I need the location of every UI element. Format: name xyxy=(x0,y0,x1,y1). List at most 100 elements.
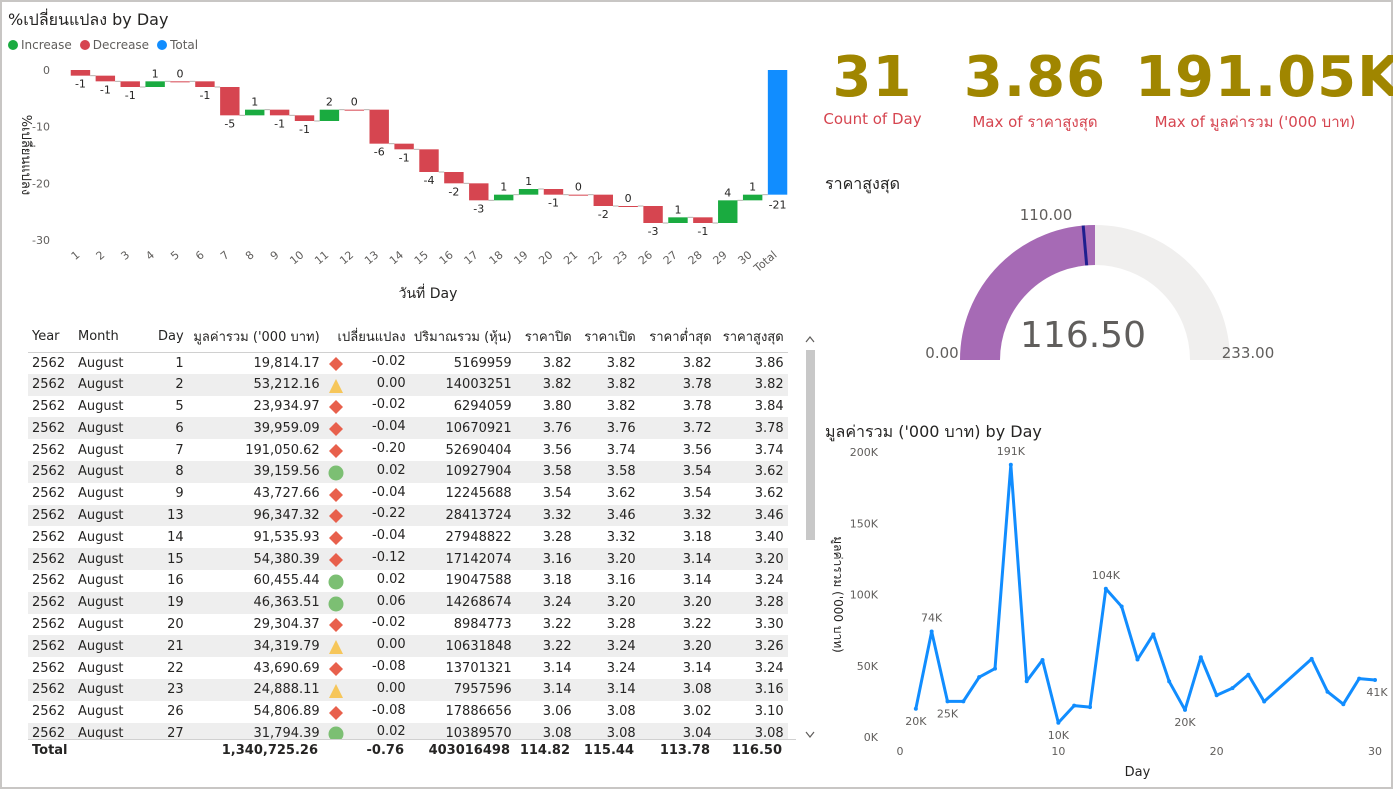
waterfall-bar[interactable] xyxy=(95,75,116,82)
table-row[interactable]: 2562 August 22 43,690.69 -0.08 13701321 3.14 3.… xyxy=(28,657,788,679)
line-point[interactable] xyxy=(1088,705,1092,710)
waterfall-bar[interactable] xyxy=(419,149,439,172)
table-header-cell[interactable]: ราคาสูงสุด xyxy=(715,322,788,353)
table-scrollbar-thumb[interactable] xyxy=(806,350,815,540)
table-header-cell[interactable]: เปลี่ยนแปลง xyxy=(323,322,410,353)
waterfall-bar[interactable] xyxy=(294,115,315,121)
line-point[interactable] xyxy=(1357,676,1362,681)
line-point[interactable] xyxy=(961,699,966,704)
waterfall-bar[interactable] xyxy=(319,109,340,121)
line-point[interactable] xyxy=(1262,699,1267,704)
waterfall-bar[interactable] xyxy=(618,206,638,207)
line-point[interactable] xyxy=(1373,678,1377,682)
line-point[interactable] xyxy=(977,675,982,680)
scroll-down-icon[interactable] xyxy=(805,731,815,738)
table-row[interactable]: 2562 August 19 46,363.51 0.06 14268674 3.24 3.2… xyxy=(28,591,788,614)
line-point[interactable] xyxy=(993,666,997,671)
line-point[interactable] xyxy=(1135,657,1140,662)
table-cell: 43,690.69 xyxy=(253,660,320,676)
line-point[interactable] xyxy=(1325,689,1330,694)
table-cell: 3.14 xyxy=(542,660,572,676)
table-row[interactable]: 2562 August 21 34,319.79 0.00 10631848 3.22 3.2… xyxy=(28,635,788,658)
table-row[interactable]: 2562 August 7 191,050.62 -0.20 52690404 3.56 3.… xyxy=(28,439,788,461)
line-point[interactable] xyxy=(1341,702,1346,707)
waterfall-bar[interactable] xyxy=(120,81,140,87)
table-row[interactable]: 2562 August 5 23,934.97 -0.02 6294059 3.80 3.82… xyxy=(28,396,788,418)
table-header-cell[interactable]: Month xyxy=(74,322,154,353)
table-row[interactable]: 2562 August 14 91,535.93 -0.04 27948822 3.28 3.… xyxy=(28,526,788,548)
line-point[interactable] xyxy=(1024,679,1029,684)
table-row[interactable]: 2562 August 8 39,159.56 0.02 10927904 3.58 3.58… xyxy=(28,460,788,483)
line-point[interactable] xyxy=(1103,586,1108,591)
waterfall-bar[interactable] xyxy=(668,217,688,223)
waterfall-bar[interactable] xyxy=(170,81,190,83)
waterfall-bar[interactable] xyxy=(245,109,265,116)
waterfall-bar[interactable] xyxy=(145,81,165,87)
table-row[interactable]: 2562 August 27 31,794.39 0.02 10389570 3.08 3.0… xyxy=(28,722,788,740)
table-header-cell[interactable]: ราคาเปิด xyxy=(575,322,640,353)
waterfall-bar[interactable] xyxy=(568,194,589,196)
table-row[interactable]: 2562 August 23 24,888.11 0.00 7957596 3.14 3.14… xyxy=(28,678,788,701)
line-point[interactable] xyxy=(1167,679,1172,684)
line-point[interactable] xyxy=(1008,462,1013,467)
table-header-cell[interactable]: มูลค่ารวม ('000 บาท) xyxy=(187,322,324,353)
waterfall-bar[interactable] xyxy=(220,87,240,116)
waterfall-bar[interactable] xyxy=(444,172,464,184)
waterfall-bar[interactable] xyxy=(518,189,539,195)
table-cell: 19,814.17 xyxy=(253,355,320,371)
table-cell: 9 xyxy=(175,486,184,502)
waterfall-bar[interactable] xyxy=(767,70,788,195)
waterfall-chart[interactable]: 0-10-20-30%เปลี่ยนแปลง-11-12-131405-16-5… xyxy=(0,55,800,310)
waterfall-bar[interactable] xyxy=(718,200,738,223)
table-header-cell[interactable]: ปริมาณรวม (หุ้น) xyxy=(409,322,516,353)
line-chart[interactable]: 0K 50K 100K 150K 200K 0 10 20 30 Day มูลค่ารวม ('0… xyxy=(820,440,1390,785)
waterfall-bar[interactable] xyxy=(394,143,414,150)
line-point[interactable] xyxy=(929,629,934,634)
line-point[interactable] xyxy=(1309,656,1314,661)
waterfall-bar[interactable] xyxy=(70,70,91,76)
gauge-chart[interactable]: 0.00 233.00 110.00 116.50 xyxy=(880,195,1280,370)
waterfall-bar[interactable] xyxy=(469,183,489,201)
table-row[interactable]: 2562 August 6 39,959.09 -0.04 10670921 3.76 3.7… xyxy=(28,417,788,440)
table-row[interactable]: 2562 August 15 54,380.39 -0.12 17142074 3.16 3.… xyxy=(28,548,788,570)
legend-item-decrease[interactable]: Decrease xyxy=(79,38,149,52)
line-point[interactable] xyxy=(913,706,918,711)
waterfall-bar[interactable] xyxy=(543,189,564,195)
line-point[interactable] xyxy=(1056,720,1061,725)
waterfall-bar[interactable] xyxy=(693,217,713,223)
line-point[interactable] xyxy=(1040,658,1045,663)
table-row[interactable]: 2562 August 20 29,304.37 -0.02 8984773 3.22 3.2… xyxy=(28,614,788,636)
line-point[interactable] xyxy=(1246,672,1251,677)
waterfall-bar[interactable] xyxy=(643,206,663,223)
line-point[interactable] xyxy=(1230,686,1235,691)
line-point[interactable] xyxy=(1119,604,1124,609)
line-point[interactable] xyxy=(1214,693,1219,698)
table-row[interactable]: 2562 August 2 53,212.16 0.00 14003251 3.82 3.82… xyxy=(28,373,788,396)
waterfall-bar[interactable] xyxy=(369,109,389,144)
line-point[interactable] xyxy=(1183,707,1187,712)
waterfall-bar[interactable] xyxy=(195,81,215,87)
table-row[interactable]: 2562 August 9 43,727.66 -0.04 12245688 3.54 3.6… xyxy=(28,483,788,505)
scroll-up-icon[interactable] xyxy=(805,336,815,343)
table-header-cell[interactable]: ราคาต่ำสุด xyxy=(639,322,716,353)
waterfall-bar[interactable] xyxy=(269,109,290,116)
table-header-cell[interactable]: Day xyxy=(154,322,188,353)
line-point[interactable] xyxy=(1198,655,1203,660)
table-row[interactable]: 2562 August 13 96,347.32 -0.22 28413724 3.32 3.… xyxy=(28,504,788,527)
table-row[interactable]: 2562 August 16 60,455.44 0.02 19047588 3.18 3.1… xyxy=(28,570,788,592)
waterfall-bar[interactable] xyxy=(593,194,613,206)
line-series[interactable] xyxy=(914,463,1376,725)
table-row[interactable]: 2562 August 26 54,806.89 -0.08 17886656 3.06 3.… xyxy=(28,701,788,723)
waterfall-bar[interactable] xyxy=(742,194,763,201)
waterfall-bar[interactable] xyxy=(493,194,514,201)
line-point[interactable] xyxy=(1151,632,1156,637)
table-header-cell[interactable]: ราคาปิด xyxy=(515,322,576,353)
table-header-cell[interactable]: Year xyxy=(28,322,74,353)
line-point[interactable] xyxy=(945,699,950,704)
table-row[interactable]: 2562 August 1 19,814.17 -0.02 5169959 3.82 3.82… xyxy=(28,352,788,374)
data-table[interactable]: Year Month Day มูลค่ารวม ('000 บาท) เปลี่ยนแ… xyxy=(28,322,796,740)
legend-item-increase[interactable]: Increase xyxy=(8,38,72,52)
legend-item-total[interactable]: Total xyxy=(157,38,198,52)
waterfall-bar[interactable] xyxy=(344,109,365,111)
line-point[interactable] xyxy=(1072,703,1077,708)
